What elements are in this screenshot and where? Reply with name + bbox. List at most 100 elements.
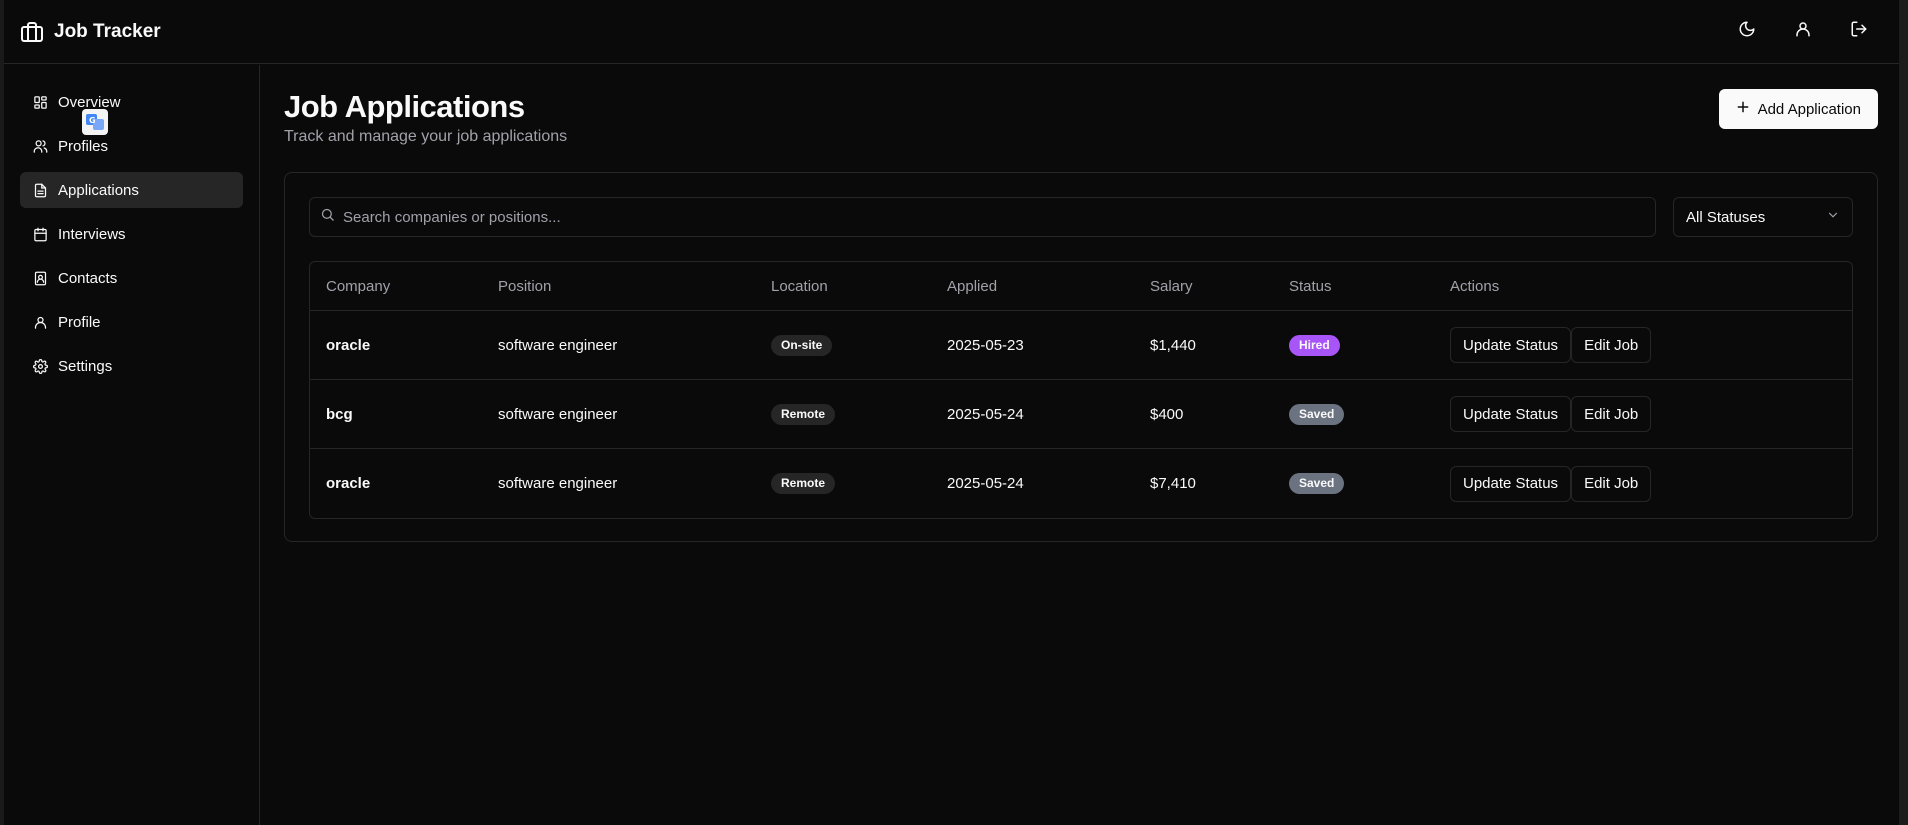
search-icon — [320, 207, 335, 227]
cell-location: On-site — [755, 334, 931, 356]
cell-status: Saved — [1273, 403, 1434, 425]
moon-icon — [1738, 20, 1756, 43]
search-box — [309, 197, 1656, 237]
sidebar-item-label: Overview — [58, 93, 121, 111]
sidebar-item-profile[interactable]: Profile — [20, 304, 243, 340]
table-row: bcg software engineer Remote 2025-05-24 … — [310, 380, 1852, 449]
cell-salary: $1,440 — [1150, 336, 1196, 354]
column-header-company[interactable]: Company — [310, 278, 482, 295]
applications-table: Company Position Location Applied Salary… — [309, 261, 1853, 519]
add-application-label: Add Application — [1757, 100, 1861, 118]
calendar-icon — [32, 226, 48, 242]
update-status-button[interactable]: Update Status — [1450, 396, 1572, 432]
sidebar-item-label: Profiles — [58, 137, 109, 155]
cell-actions: Update Status Edit Job — [1434, 327, 1852, 363]
sidebar-item-settings[interactable]: Settings — [20, 348, 243, 384]
location-badge: Remote — [771, 473, 836, 494]
column-header-position[interactable]: Position — [482, 278, 755, 295]
status-filter-value: All Statuses — [1686, 208, 1766, 226]
users-icon — [32, 138, 48, 154]
sidebar-item-label: Interviews — [58, 225, 126, 243]
column-header-applied[interactable]: Applied — [931, 278, 1134, 295]
app-window: Job Tracker Overview Profiles Applicatio… — [0, 0, 1908, 825]
sidebar-item-label: Settings — [58, 357, 113, 375]
sidebar-item-interviews[interactable]: Interviews — [20, 216, 243, 252]
cell-position: software engineer — [498, 475, 618, 492]
table-row: oracle software engineer Remote 2025-05-… — [310, 449, 1852, 518]
edit-job-button[interactable]: Edit Job — [1571, 327, 1652, 363]
grid-icon — [32, 94, 48, 110]
cell-company: oracle — [326, 336, 371, 354]
cell-location: Remote — [755, 403, 931, 425]
update-status-button[interactable]: Update Status — [1450, 465, 1572, 502]
contact-book-icon — [32, 270, 48, 286]
sidebar-item-label: Contacts — [58, 269, 118, 287]
file-text-icon — [32, 182, 48, 198]
cell-applied: 2025-05-24 — [947, 475, 1024, 492]
table-row: oracle software engineer On-site 2025-05… — [310, 311, 1852, 380]
table-header-row: Company Position Location Applied Salary… — [310, 262, 1852, 311]
update-status-button[interactable]: Update Status — [1450, 327, 1572, 363]
cell-applied: 2025-05-23 — [947, 336, 1024, 354]
applications-card: All Statuses Company Position Location A… — [284, 172, 1878, 542]
page-subtitle: Track and manage your job applications — [284, 128, 568, 145]
status-badge: Saved — [1289, 403, 1345, 425]
cell-salary: $7,410 — [1150, 475, 1196, 492]
location-badge: On-site — [771, 334, 833, 356]
sidebar-item-label: Applications — [58, 181, 139, 199]
brand[interactable]: Job Tracker — [20, 20, 161, 44]
cell-actions: Update Status Edit Job — [1434, 465, 1852, 502]
status-badge: Hired — [1289, 334, 1340, 356]
user-icon — [32, 314, 48, 330]
sidebar: Overview Profiles Applications Interview… — [4, 65, 260, 825]
edit-job-button[interactable]: Edit Job — [1571, 396, 1652, 432]
column-header-actions: Actions — [1450, 277, 1500, 295]
plus-icon — [1736, 100, 1750, 118]
briefcase-icon — [20, 20, 44, 44]
row-actions: Update Status Edit Job — [1450, 465, 1852, 502]
cell-location: Remote — [755, 473, 931, 494]
translate-extension-icon[interactable]: G — [82, 109, 108, 135]
cell-status: Saved — [1273, 473, 1434, 494]
filter-bar: All Statuses — [309, 197, 1853, 237]
cell-position: software engineer — [498, 405, 618, 423]
top-header: Job Tracker — [4, 0, 1899, 64]
window-scrollbar[interactable] — [1899, 0, 1908, 825]
main-content: Job Applications Track and manage your j… — [284, 65, 1878, 542]
sidebar-item-profiles[interactable]: Profiles — [20, 128, 243, 164]
account-button[interactable] — [1785, 14, 1821, 50]
sidebar-item-applications[interactable]: Applications — [20, 172, 243, 208]
cell-position: software engineer — [498, 336, 618, 354]
add-application-button[interactable]: Add Application — [1718, 89, 1878, 129]
chevron-down-icon — [1826, 208, 1840, 226]
sidebar-item-overview[interactable]: Overview — [20, 84, 243, 120]
edit-job-button[interactable]: Edit Job — [1571, 465, 1652, 502]
svg-text:G: G — [89, 116, 96, 125]
cell-applied: 2025-05-24 — [947, 405, 1024, 423]
cell-status: Hired — [1273, 334, 1434, 356]
location-badge: Remote — [771, 403, 836, 425]
cell-salary: $400 — [1150, 405, 1184, 423]
page-header: Job Applications Track and manage your j… — [284, 89, 1878, 146]
column-header-salary[interactable]: Salary — [1134, 278, 1273, 295]
gear-icon — [32, 358, 48, 374]
row-actions: Update Status Edit Job — [1450, 396, 1852, 432]
user-icon — [1794, 20, 1812, 43]
column-header-location[interactable]: Location — [755, 278, 931, 295]
search-input[interactable] — [343, 208, 1645, 226]
theme-toggle-button[interactable] — [1729, 14, 1765, 50]
cell-company: bcg — [326, 405, 353, 423]
column-header-status[interactable]: Status — [1273, 278, 1434, 295]
logout-button[interactable] — [1841, 14, 1877, 50]
status-filter-select[interactable]: All Statuses — [1673, 197, 1853, 237]
sidebar-item-contacts[interactable]: Contacts — [20, 260, 243, 296]
app-title: Job Tracker — [54, 20, 161, 42]
logout-icon — [1850, 20, 1868, 43]
status-badge: Saved — [1289, 473, 1345, 494]
cell-company: oracle — [326, 475, 371, 492]
header-actions — [1729, 14, 1877, 50]
row-actions: Update Status Edit Job — [1450, 327, 1852, 363]
sidebar-item-label: Profile — [58, 313, 101, 331]
cell-actions: Update Status Edit Job — [1434, 396, 1852, 432]
page-title: Job Applications — [284, 89, 525, 124]
